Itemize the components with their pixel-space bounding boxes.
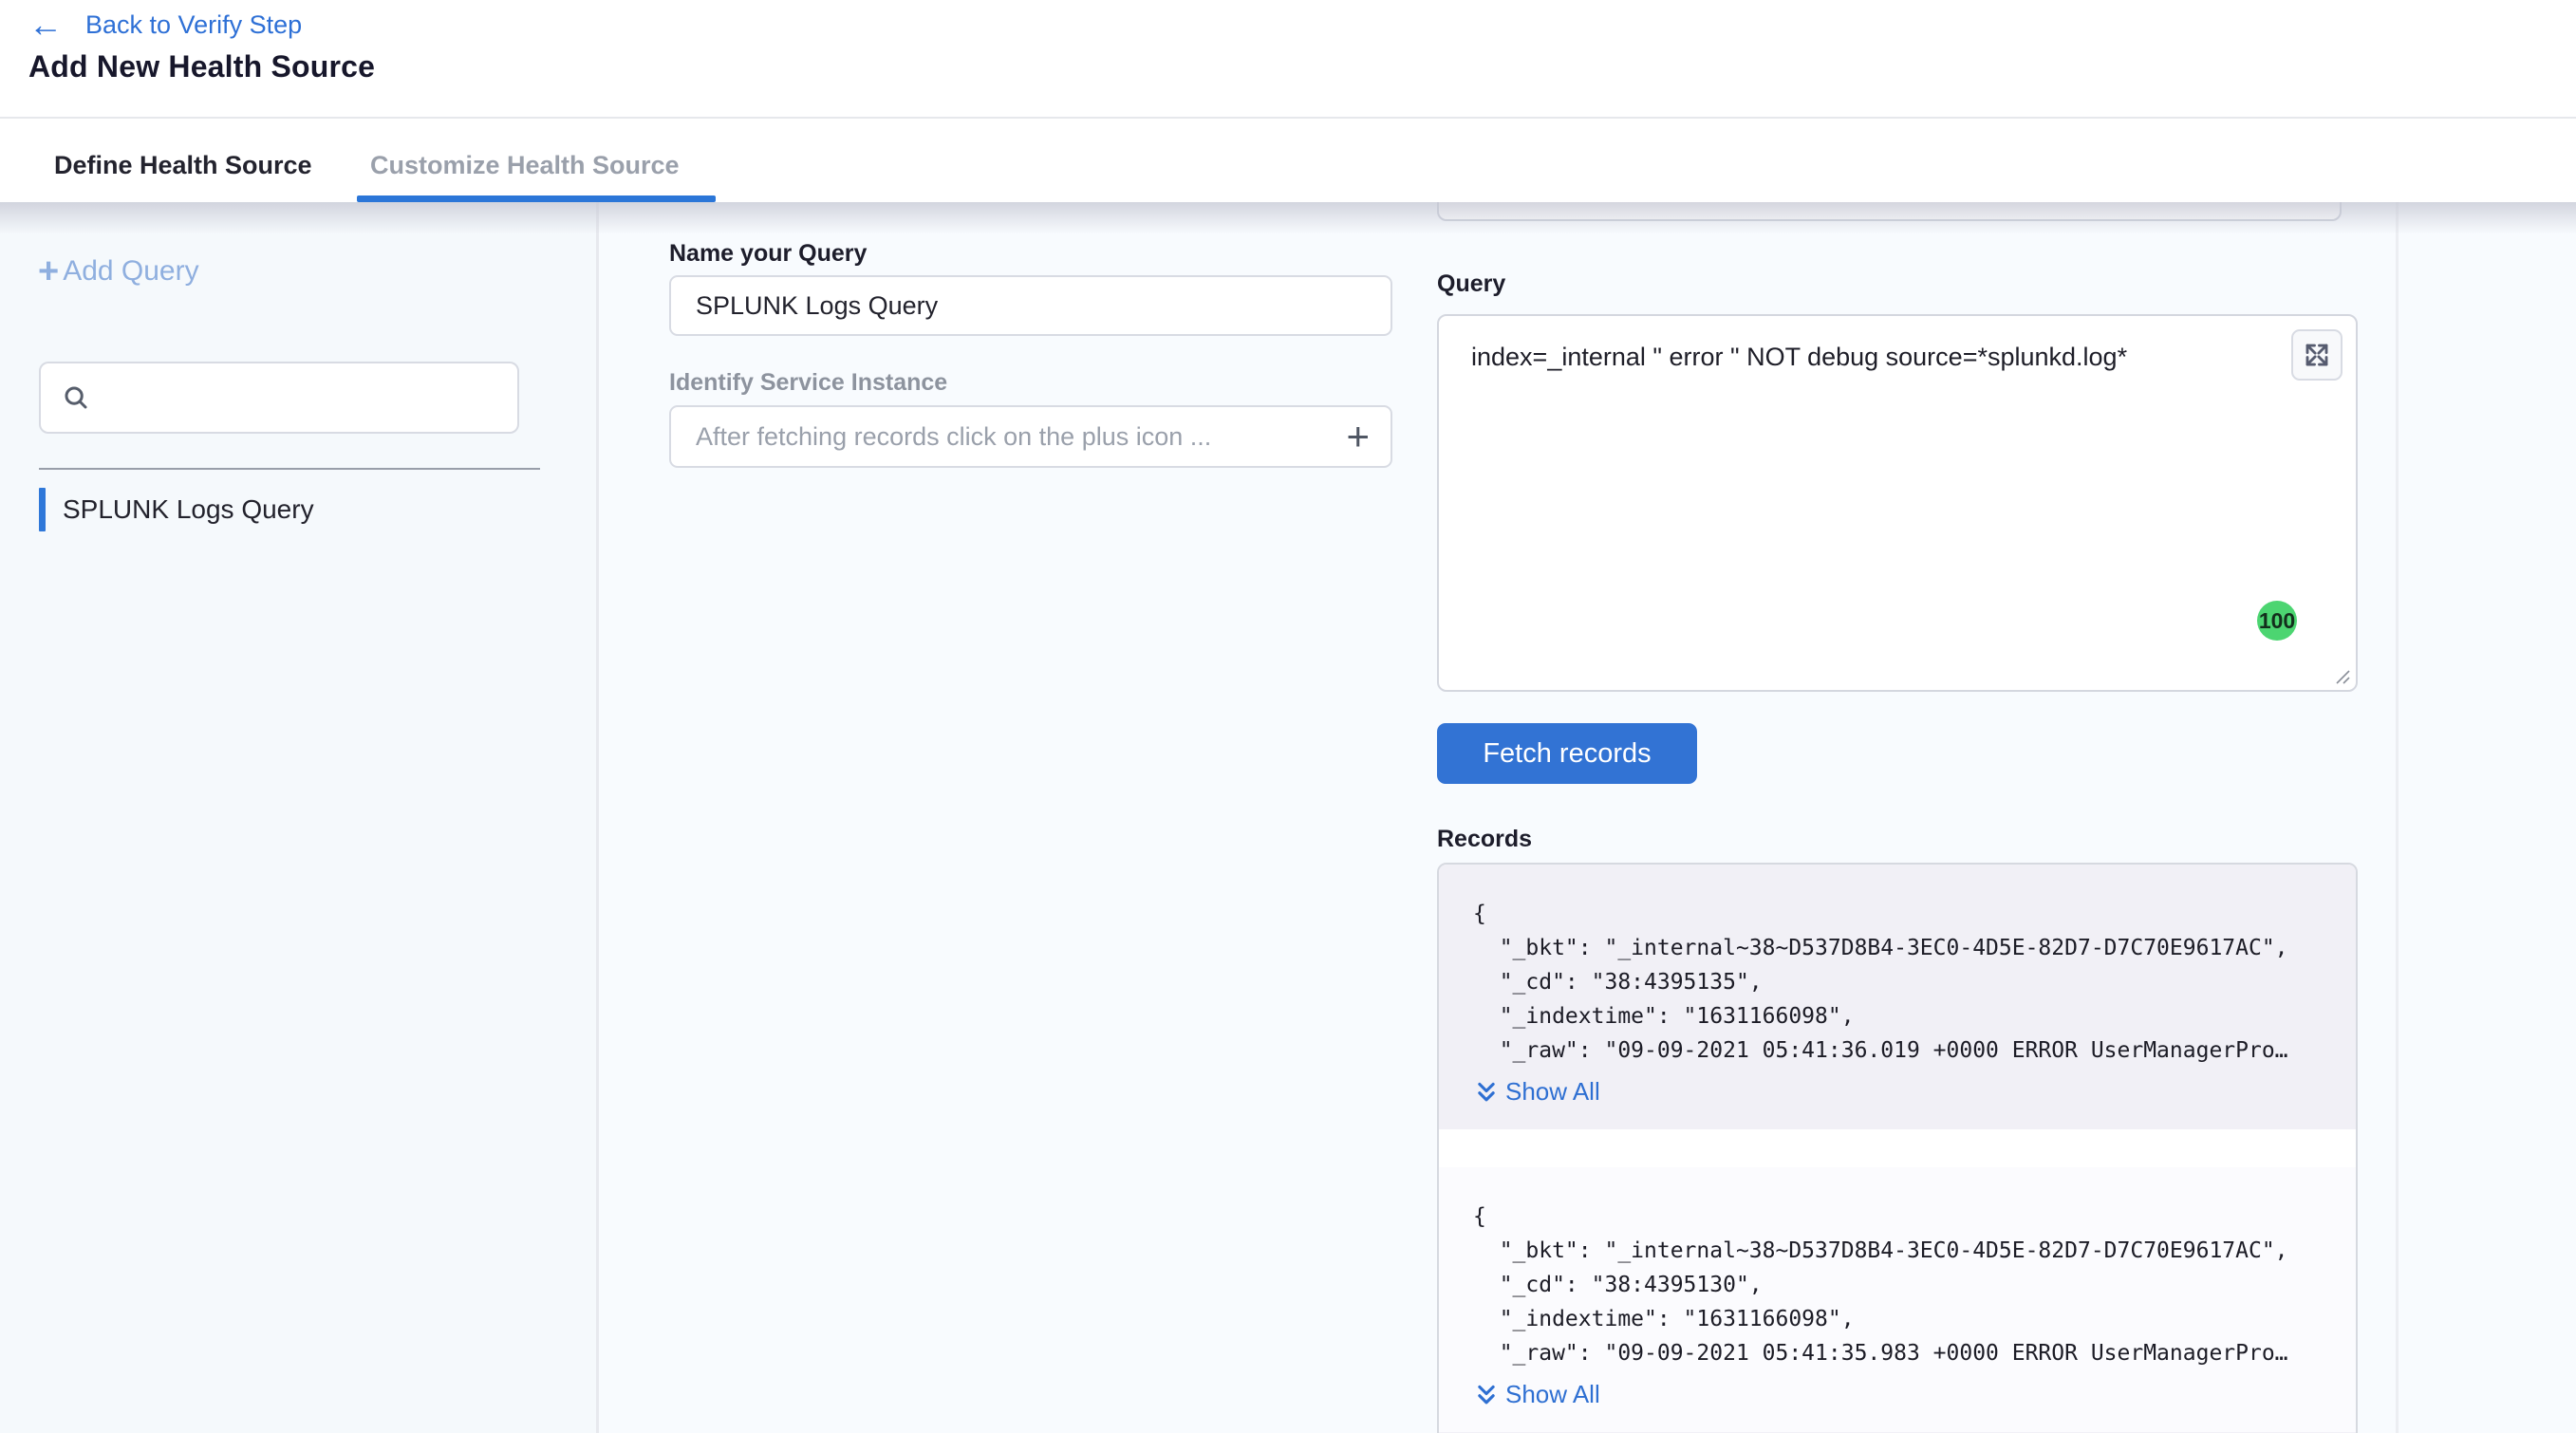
record-json-line: "_raw": "09-09-2021 05:41:35.983 +0000 E… (1473, 1336, 2329, 1370)
fetch-records-button[interactable]: Fetch records (1437, 723, 1697, 784)
record-count-badge: 100 (2257, 601, 2297, 641)
record-json-line: "_bkt": "_internal~38~D537D8B4-3EC0-4D5E… (1473, 931, 2329, 965)
records-label: Records (1437, 826, 1532, 853)
double-chevron-down-icon (1477, 1081, 1496, 1104)
page-header: ← Back to Verify Step Add New Health Sou… (0, 0, 2576, 119)
sidebar-right-divider (596, 202, 599, 1433)
textarea-resize-handle[interactable] (2333, 667, 2352, 686)
show-all-link[interactable]: Show All (1477, 1380, 2329, 1409)
show-all-label: Show All (1505, 1077, 1600, 1107)
query-name-input[interactable] (669, 275, 1392, 336)
service-instance-field: + (669, 405, 1392, 468)
double-chevron-down-icon (1477, 1384, 1496, 1406)
active-tab-underline (357, 195, 716, 202)
record-json-line: "_bkt": "_internal~38~D537D8B4-3EC0-4D5E… (1473, 1234, 2329, 1268)
query-sidebar: + Add Query SPLUNK Logs Query (0, 202, 596, 1433)
query-label: Query (1437, 270, 1505, 298)
sidebar-divider (39, 468, 540, 470)
page-title: Add New Health Source (28, 49, 375, 84)
expand-icon (2303, 341, 2331, 369)
record-json-line: "_raw": "09-09-2021 05:41:36.019 +0000 E… (1473, 1033, 2329, 1068)
expand-query-button[interactable] (2291, 329, 2343, 381)
record-card: { "_bkt": "_internal~38~D537D8B4-3EC0-4D… (1439, 1167, 2356, 1432)
record-json-line: "_cd": "38:4395130", (1473, 1268, 2329, 1302)
identify-service-instance-label: Identify Service Instance (669, 369, 947, 397)
query-textarea[interactable]: index=_internal " error " NOT debug sour… (1439, 316, 2356, 690)
add-query-label: Add Query (63, 255, 198, 288)
query-editor: index=_internal " error " NOT debug sour… (1437, 314, 2358, 692)
right-panel-divider (2396, 202, 2399, 1433)
add-service-instance-plus-icon[interactable]: + (1346, 417, 1370, 456)
tab-define-health-source[interactable]: Define Health Source (54, 151, 312, 180)
show-all-label: Show All (1505, 1380, 1600, 1409)
query-item-label: SPLUNK Logs Query (63, 494, 314, 525)
record-json-line: "_indextime": "1631166098", (1473, 999, 2329, 1033)
sidebar-item-splunk-logs-query[interactable]: SPLUNK Logs Query (39, 487, 551, 532)
tab-customize-health-source[interactable]: Customize Health Source (370, 151, 680, 180)
show-all-link[interactable]: Show All (1477, 1077, 2329, 1107)
records-container: { "_bkt": "_internal~38~D537D8B4-3EC0-4D… (1437, 863, 2358, 1433)
search-icon (62, 383, 90, 412)
query-search-box (39, 362, 519, 434)
plus-icon: + (38, 257, 59, 286)
selected-indicator-bar (39, 488, 46, 531)
record-card: { "_bkt": "_internal~38~D537D8B4-3EC0-4D… (1439, 865, 2356, 1129)
service-instance-input[interactable] (696, 422, 1346, 452)
record-json-line: { (1473, 1200, 2329, 1234)
record-json-line: "_cd": "38:4395135", (1473, 965, 2329, 999)
add-health-source-page: ← Back to Verify Step Add New Health Sou… (0, 0, 2576, 1433)
back-link[interactable]: ← Back to Verify Step (28, 8, 302, 42)
tab-bar: Define Health Source Customize Health So… (0, 121, 2576, 202)
back-arrow-icon: ← (28, 8, 63, 42)
name-query-label: Name your Query (669, 240, 867, 268)
add-query-button[interactable]: + Add Query (38, 255, 199, 288)
search-input[interactable] (105, 369, 517, 426)
back-link-label: Back to Verify Step (85, 10, 302, 40)
record-json-line: { (1473, 897, 2329, 931)
content-area: + Add Query SPLUNK Logs Query Name your … (0, 202, 2576, 1433)
record-json-line: "_indextime": "1631166098", (1473, 1302, 2329, 1336)
